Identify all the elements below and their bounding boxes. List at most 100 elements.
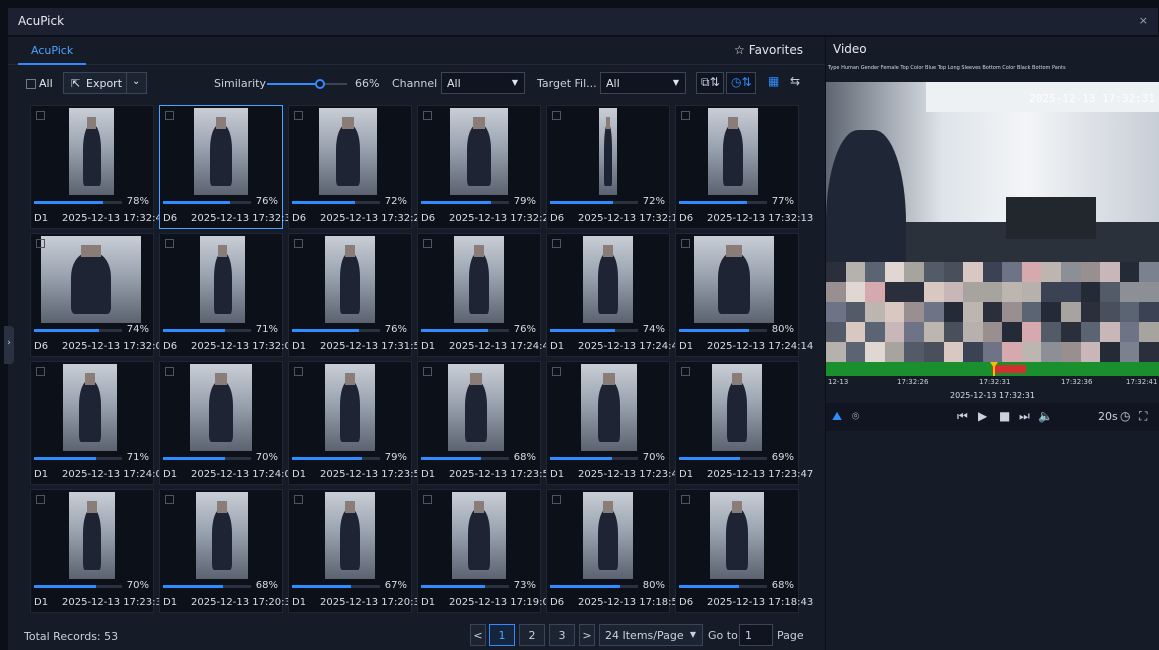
fullscreen-icon[interactable]: ⛶ bbox=[1139, 409, 1147, 424]
result-card[interactable]: 68% D1 2025-12-13 17:23:52 bbox=[417, 361, 555, 485]
similarity-slider[interactable] bbox=[267, 79, 347, 89]
timeline-cursor-icon[interactable] bbox=[990, 362, 998, 376]
result-card[interactable]: 70% D1 2025-12-13 17:23:35 bbox=[30, 489, 168, 613]
snapshot-thumbnail[interactable] bbox=[63, 364, 117, 451]
result-card[interactable]: 79% D6 2025-12-13 17:32:20 bbox=[417, 105, 555, 229]
history-icon[interactable]: ◷ bbox=[1120, 409, 1130, 423]
snapshot-thumbnail[interactable] bbox=[190, 364, 252, 451]
page-button-2[interactable]: 2 bbox=[519, 624, 545, 646]
card-checkbox[interactable] bbox=[36, 111, 45, 120]
stop-icon[interactable]: ■ bbox=[999, 409, 1010, 423]
card-checkbox[interactable] bbox=[552, 495, 561, 504]
close-icon[interactable]: × bbox=[1139, 14, 1148, 27]
card-checkbox[interactable] bbox=[36, 367, 45, 376]
result-card[interactable]: 80% D6 2025-12-13 17:18:50 bbox=[546, 489, 684, 613]
result-card[interactable]: 70% D1 2025-12-13 17:24:02 bbox=[159, 361, 297, 485]
playback-speed[interactable]: 20s bbox=[1098, 410, 1118, 423]
snapshot-thumbnail[interactable] bbox=[581, 364, 637, 451]
snapshot-thumbnail[interactable] bbox=[452, 492, 506, 579]
snapshot-thumbnail[interactable] bbox=[599, 108, 617, 195]
snapshot-thumbnail[interactable] bbox=[196, 492, 248, 579]
page-button-3[interactable]: 3 bbox=[549, 624, 575, 646]
card-checkbox[interactable] bbox=[294, 239, 303, 248]
card-checkbox[interactable] bbox=[552, 111, 561, 120]
page-button-1[interactable]: 1 bbox=[489, 624, 515, 646]
favorites-button[interactable]: ☆ Favorites bbox=[734, 43, 803, 57]
card-checkbox[interactable] bbox=[423, 111, 432, 120]
video-player[interactable]: 2025-12-13 17:32:31 bbox=[826, 82, 1159, 362]
prev-page-button[interactable]: < bbox=[470, 624, 486, 646]
target-filter-select[interactable]: All ▼ bbox=[600, 72, 686, 94]
grid-view-icon[interactable]: ▦ bbox=[768, 74, 779, 92]
snapshot-thumbnail[interactable] bbox=[325, 236, 375, 323]
result-card[interactable]: 69% D1 2025-12-13 17:23:47 bbox=[675, 361, 813, 485]
snapshot-thumbnail[interactable] bbox=[41, 236, 141, 323]
export-button[interactable]: ⇱ Export ⌄ bbox=[63, 72, 147, 94]
card-checkbox[interactable] bbox=[681, 111, 690, 120]
card-checkbox[interactable] bbox=[165, 495, 174, 504]
result-card[interactable]: 72% D6 2025-12-13 17:32:29 bbox=[288, 105, 426, 229]
sort-by-layout-button[interactable]: ⧉⇅ bbox=[696, 72, 724, 94]
snapshot-thumbnail[interactable] bbox=[325, 364, 375, 451]
card-checkbox[interactable] bbox=[165, 239, 174, 248]
result-card[interactable]: 74% D6 2025-12-13 17:32:08 bbox=[30, 233, 168, 357]
snapshot-thumbnail[interactable] bbox=[450, 108, 508, 195]
card-checkbox[interactable] bbox=[681, 367, 690, 376]
result-card[interactable]: 67% D1 2025-12-13 17:20:37 bbox=[288, 489, 426, 613]
snapshot-thumbnail[interactable] bbox=[583, 492, 633, 579]
card-checkbox[interactable] bbox=[165, 367, 174, 376]
card-checkbox[interactable] bbox=[423, 367, 432, 376]
result-card[interactable]: 74% D1 2025-12-13 17:24:41 bbox=[546, 233, 684, 357]
chevron-down-icon[interactable]: ⌄ bbox=[132, 76, 140, 87]
result-card[interactable]: 71% D6 2025-12-13 17:32:04 bbox=[159, 233, 297, 357]
next-frame-icon[interactable]: ⏭ bbox=[1019, 409, 1030, 424]
card-checkbox[interactable] bbox=[36, 239, 45, 248]
snapshot-thumbnail[interactable] bbox=[583, 236, 633, 323]
result-card[interactable]: 68% D6 2025-12-13 17:18:43 bbox=[675, 489, 813, 613]
similarity-slider-handle[interactable] bbox=[314, 79, 325, 89]
result-card[interactable]: 79% D1 2025-12-13 17:23:55 bbox=[288, 361, 426, 485]
play-icon[interactable]: ▶ bbox=[978, 409, 987, 423]
previous-frame-icon[interactable]: ⏮ bbox=[957, 409, 968, 424]
snapshot-thumbnail[interactable] bbox=[200, 236, 245, 323]
card-checkbox[interactable] bbox=[681, 239, 690, 248]
snapshot-thumbnail[interactable] bbox=[694, 236, 774, 323]
snapshot-thumbnail[interactable] bbox=[448, 364, 504, 451]
card-checkbox[interactable] bbox=[294, 111, 303, 120]
channel-select[interactable]: All ▼ bbox=[441, 72, 525, 94]
result-card[interactable]: 68% D1 2025-12-13 17:20:38 bbox=[159, 489, 297, 613]
card-checkbox[interactable] bbox=[165, 111, 174, 120]
card-checkbox[interactable] bbox=[552, 239, 561, 248]
result-card[interactable]: 73% D1 2025-12-13 17:19:00 bbox=[417, 489, 555, 613]
card-checkbox[interactable] bbox=[423, 495, 432, 504]
snapshot-thumbnail[interactable] bbox=[712, 364, 762, 451]
snapshot-thumbnail[interactable] bbox=[69, 108, 114, 195]
snapshot-thumbnail[interactable] bbox=[319, 108, 377, 195]
snapshot-thumbnail[interactable] bbox=[710, 492, 764, 579]
snapshot-thumbnail[interactable] bbox=[194, 108, 248, 195]
snapshot-thumbnail[interactable] bbox=[69, 492, 115, 579]
result-card[interactable]: 70% D1 2025-12-13 17:23:48 bbox=[546, 361, 684, 485]
tab-acupick[interactable]: AcuPick bbox=[18, 37, 87, 65]
card-checkbox[interactable] bbox=[423, 239, 432, 248]
add-tag-icon[interactable]: ⛰ bbox=[832, 409, 842, 424]
items-per-page-select[interactable]: 24 Items/Page ▼ bbox=[599, 624, 703, 646]
playback-timeline[interactable] bbox=[826, 362, 1159, 376]
goto-page-input[interactable]: 1 bbox=[739, 624, 773, 646]
snapshot-icon[interactable]: ⌾ bbox=[852, 409, 859, 424]
snapshot-thumbnail[interactable] bbox=[454, 236, 504, 323]
result-card[interactable]: 76% D1 2025-12-13 17:31:53 bbox=[288, 233, 426, 357]
card-checkbox[interactable] bbox=[294, 495, 303, 504]
select-all-checkbox[interactable]: All bbox=[26, 77, 53, 90]
next-page-button[interactable]: > bbox=[579, 624, 595, 646]
result-card[interactable]: 78% D1 2025-12-13 17:32:42 bbox=[30, 105, 168, 229]
expand-panel-handle[interactable]: › bbox=[4, 326, 14, 364]
result-card[interactable]: 77% D6 2025-12-13 17:32:13 bbox=[675, 105, 813, 229]
result-card[interactable]: 72% D6 2025-12-13 17:32:14 bbox=[546, 105, 684, 229]
card-checkbox[interactable] bbox=[681, 495, 690, 504]
card-checkbox[interactable] bbox=[552, 367, 561, 376]
snapshot-thumbnail[interactable] bbox=[325, 492, 375, 579]
result-card[interactable]: 80% D1 2025-12-13 17:24:14 bbox=[675, 233, 813, 357]
snapshot-thumbnail[interactable] bbox=[708, 108, 758, 195]
result-card[interactable]: 76% D6 2025-12-13 17:32:31 bbox=[159, 105, 297, 229]
